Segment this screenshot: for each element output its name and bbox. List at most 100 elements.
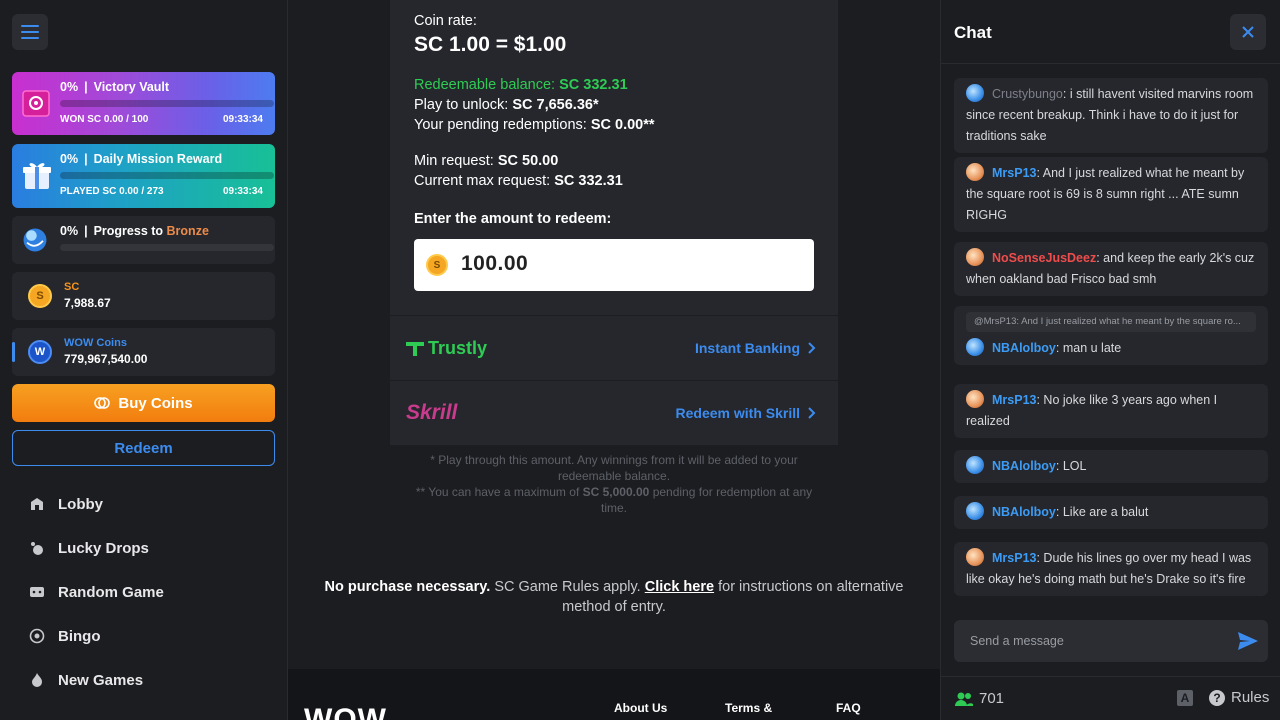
site-footer: WOW About Us Terms & FAQ (288, 669, 940, 720)
chat-message: NoSenseJusDeez: and keep the early 2k's … (954, 242, 1268, 296)
footer-link-about[interactable]: About Us (614, 701, 667, 715)
user-avatar (966, 502, 984, 520)
chat-username[interactable]: Crustybungo (992, 87, 1063, 101)
main-content: Coin rate: SC 1.00 = $1.00 Redeemable ba… (288, 0, 940, 720)
user-avatar (966, 84, 984, 102)
legal-notice: No purchase necessary. SC Game Rules app… (324, 579, 904, 615)
chat-message: NBAlolboy: LOL (954, 450, 1268, 483)
chat-username[interactable]: MrsP13 (992, 166, 1036, 180)
tier-progress-bar (60, 244, 274, 251)
selected-indicator (12, 342, 15, 362)
chat-text: : man u late (1055, 341, 1122, 355)
tier-title: 0% | Progress to Bronze (60, 224, 209, 238)
chat-message: @MrsP13: And I just realized what he mea… (954, 306, 1268, 365)
chat-username[interactable]: NoSenseJusDeez (992, 251, 1096, 265)
chat-title: Chat (954, 23, 992, 42)
nav-item-new-games[interactable]: New Games (0, 658, 288, 702)
nav-item-bingo[interactable]: Bingo (0, 614, 288, 658)
chat-username[interactable]: MrsP13 (992, 551, 1036, 565)
pending-redemptions: Your pending redemptions: SC 0.00** (414, 117, 655, 133)
flame-icon (28, 671, 46, 689)
font-size-icon[interactable]: A (1177, 690, 1193, 706)
max-request: Current max request: SC 332.31 (414, 173, 623, 189)
trustly-mark-icon (406, 341, 424, 356)
user-avatar (966, 390, 984, 408)
vault-sub: WON SC 0.00 / 100 (60, 114, 149, 125)
coin-rate-label: Coin rate: (414, 13, 477, 29)
user-avatar (966, 248, 984, 266)
chat-footer: 701 A ? Rules (941, 676, 1280, 720)
daily-mission-card[interactable]: 0% | Daily Mission Reward PLAYED SC 0.00 /… (12, 144, 275, 208)
mission-sub: PLAYED SC 0.00 / 273 (60, 186, 164, 197)
chevron-right-icon (808, 342, 816, 354)
footer-link-terms[interactable]: Terms & (725, 701, 772, 715)
vault-progress-bar (60, 100, 274, 107)
redeem-button[interactable]: Redeem (12, 430, 275, 466)
user-avatar (966, 338, 984, 356)
chat-message: Crustybungo: i still havent visited marv… (954, 78, 1268, 153)
buy-coins-label: Buy Coins (118, 394, 193, 412)
wow-value: 779,967,540.00 (64, 352, 148, 366)
coin-rate-value: SC 1.00 = $1.00 (414, 33, 567, 56)
chat-message-input[interactable]: Send a message (954, 620, 1268, 662)
note-max-pending: ** You can have a maximum of SC 5,000.00… (415, 485, 813, 515)
victory-vault-card[interactable]: 0% | Victory Vault WON SC 0.00 / 100 09:33… (12, 72, 275, 135)
send-icon[interactable] (1238, 632, 1258, 650)
chat-message: MrsP13: Dude his lines go over my head I… (954, 542, 1268, 596)
chat-message: NBAlolboy: Like are a balut (954, 496, 1268, 529)
online-count: 701 (955, 690, 1004, 707)
chat-header: Chat (941, 0, 1280, 64)
buy-coins-button[interactable]: Buy Coins (12, 384, 275, 422)
chat-rules-link[interactable]: ? Rules (1209, 689, 1269, 706)
wow-label: WOW Coins (64, 337, 127, 349)
trustly-logo: Trustly (406, 338, 487, 359)
nav-item-random-game[interactable]: Random Game (0, 570, 288, 614)
wow-coin-icon: W (28, 340, 52, 364)
amoe-link[interactable]: Click here (645, 579, 714, 595)
nav-label: New Games (58, 671, 144, 689)
mission-timer: 09:33:34 (222, 186, 263, 197)
chat-panel: Chat Crustybungo: i still havent visited… (940, 0, 1280, 720)
user-avatar (966, 163, 984, 181)
chat-text: : LOL (1055, 459, 1087, 473)
skrill-logo: Skrill (406, 401, 458, 424)
min-request: Min request: SC 50.00 (414, 153, 559, 169)
redeem-with-skrill-link[interactable]: Redeem with Skrill (676, 405, 816, 421)
note-play-through: * Play through this amount. Any winnings… (430, 453, 798, 483)
tier-globe-icon (23, 228, 47, 252)
nav-label: Lucky Drops (58, 539, 149, 557)
chat-username[interactable]: NBAlolboy (992, 459, 1056, 473)
redeemable-balance: Redeemable balance: SC 332.31 (414, 77, 628, 93)
sc-coin-icon: S (28, 284, 52, 308)
close-chat-button[interactable] (1230, 14, 1266, 50)
skrill-option[interactable]: Skrill Redeem with Skrill (390, 381, 838, 445)
chat-username[interactable]: NBAlolboy (992, 341, 1056, 355)
tier-progress-card[interactable]: 0% | Progress to Bronze (12, 216, 275, 264)
menu-button[interactable] (12, 14, 48, 50)
sc-label: SC (64, 281, 80, 293)
user-avatar (966, 456, 984, 474)
mission-progress-bar (60, 172, 274, 179)
chat-messages: Crustybungo: i still havent visited marv… (941, 64, 1280, 608)
sc-balance-card[interactable]: S SC 7,988.67 (12, 272, 275, 320)
nav-item-lobby[interactable]: Lobby (0, 482, 288, 526)
sidebar-nav: Lobby Lucky Drops Random Game Bingo New … (0, 482, 288, 702)
trustly-option[interactable]: Trustly Instant Banking (390, 316, 838, 380)
redeem-amount-input[interactable]: S 100.00 (414, 239, 814, 291)
play-to-unlock: Play to unlock: SC 7,656.36* (414, 97, 599, 113)
chat-username[interactable]: MrsP13 (992, 393, 1036, 407)
coins-icon (94, 397, 111, 409)
hamburger-icon (21, 25, 39, 39)
footer-link-faq[interactable]: FAQ (836, 701, 861, 715)
instant-banking-link[interactable]: Instant Banking (695, 340, 816, 356)
amount-value: 100.00 (461, 252, 529, 275)
chat-username[interactable]: NBAlolboy (992, 505, 1056, 519)
reply-quote: @MrsP13: And I just realized what he mea… (966, 312, 1256, 332)
mission-title: 0% | Daily Mission Reward (60, 152, 223, 166)
close-icon (1242, 26, 1254, 38)
nav-item-lucky-drops[interactable]: Lucky Drops (0, 526, 288, 570)
wow-balance-card[interactable]: W WOW Coins 779,967,540.00 (12, 328, 275, 376)
app: 0% | Victory Vault WON SC 0.00 / 100 09:33… (0, 0, 1280, 720)
vault-timer: 09:33:34 (222, 114, 263, 125)
chat-message: MrsP13: No joke like 3 years ago when I … (954, 384, 1268, 438)
